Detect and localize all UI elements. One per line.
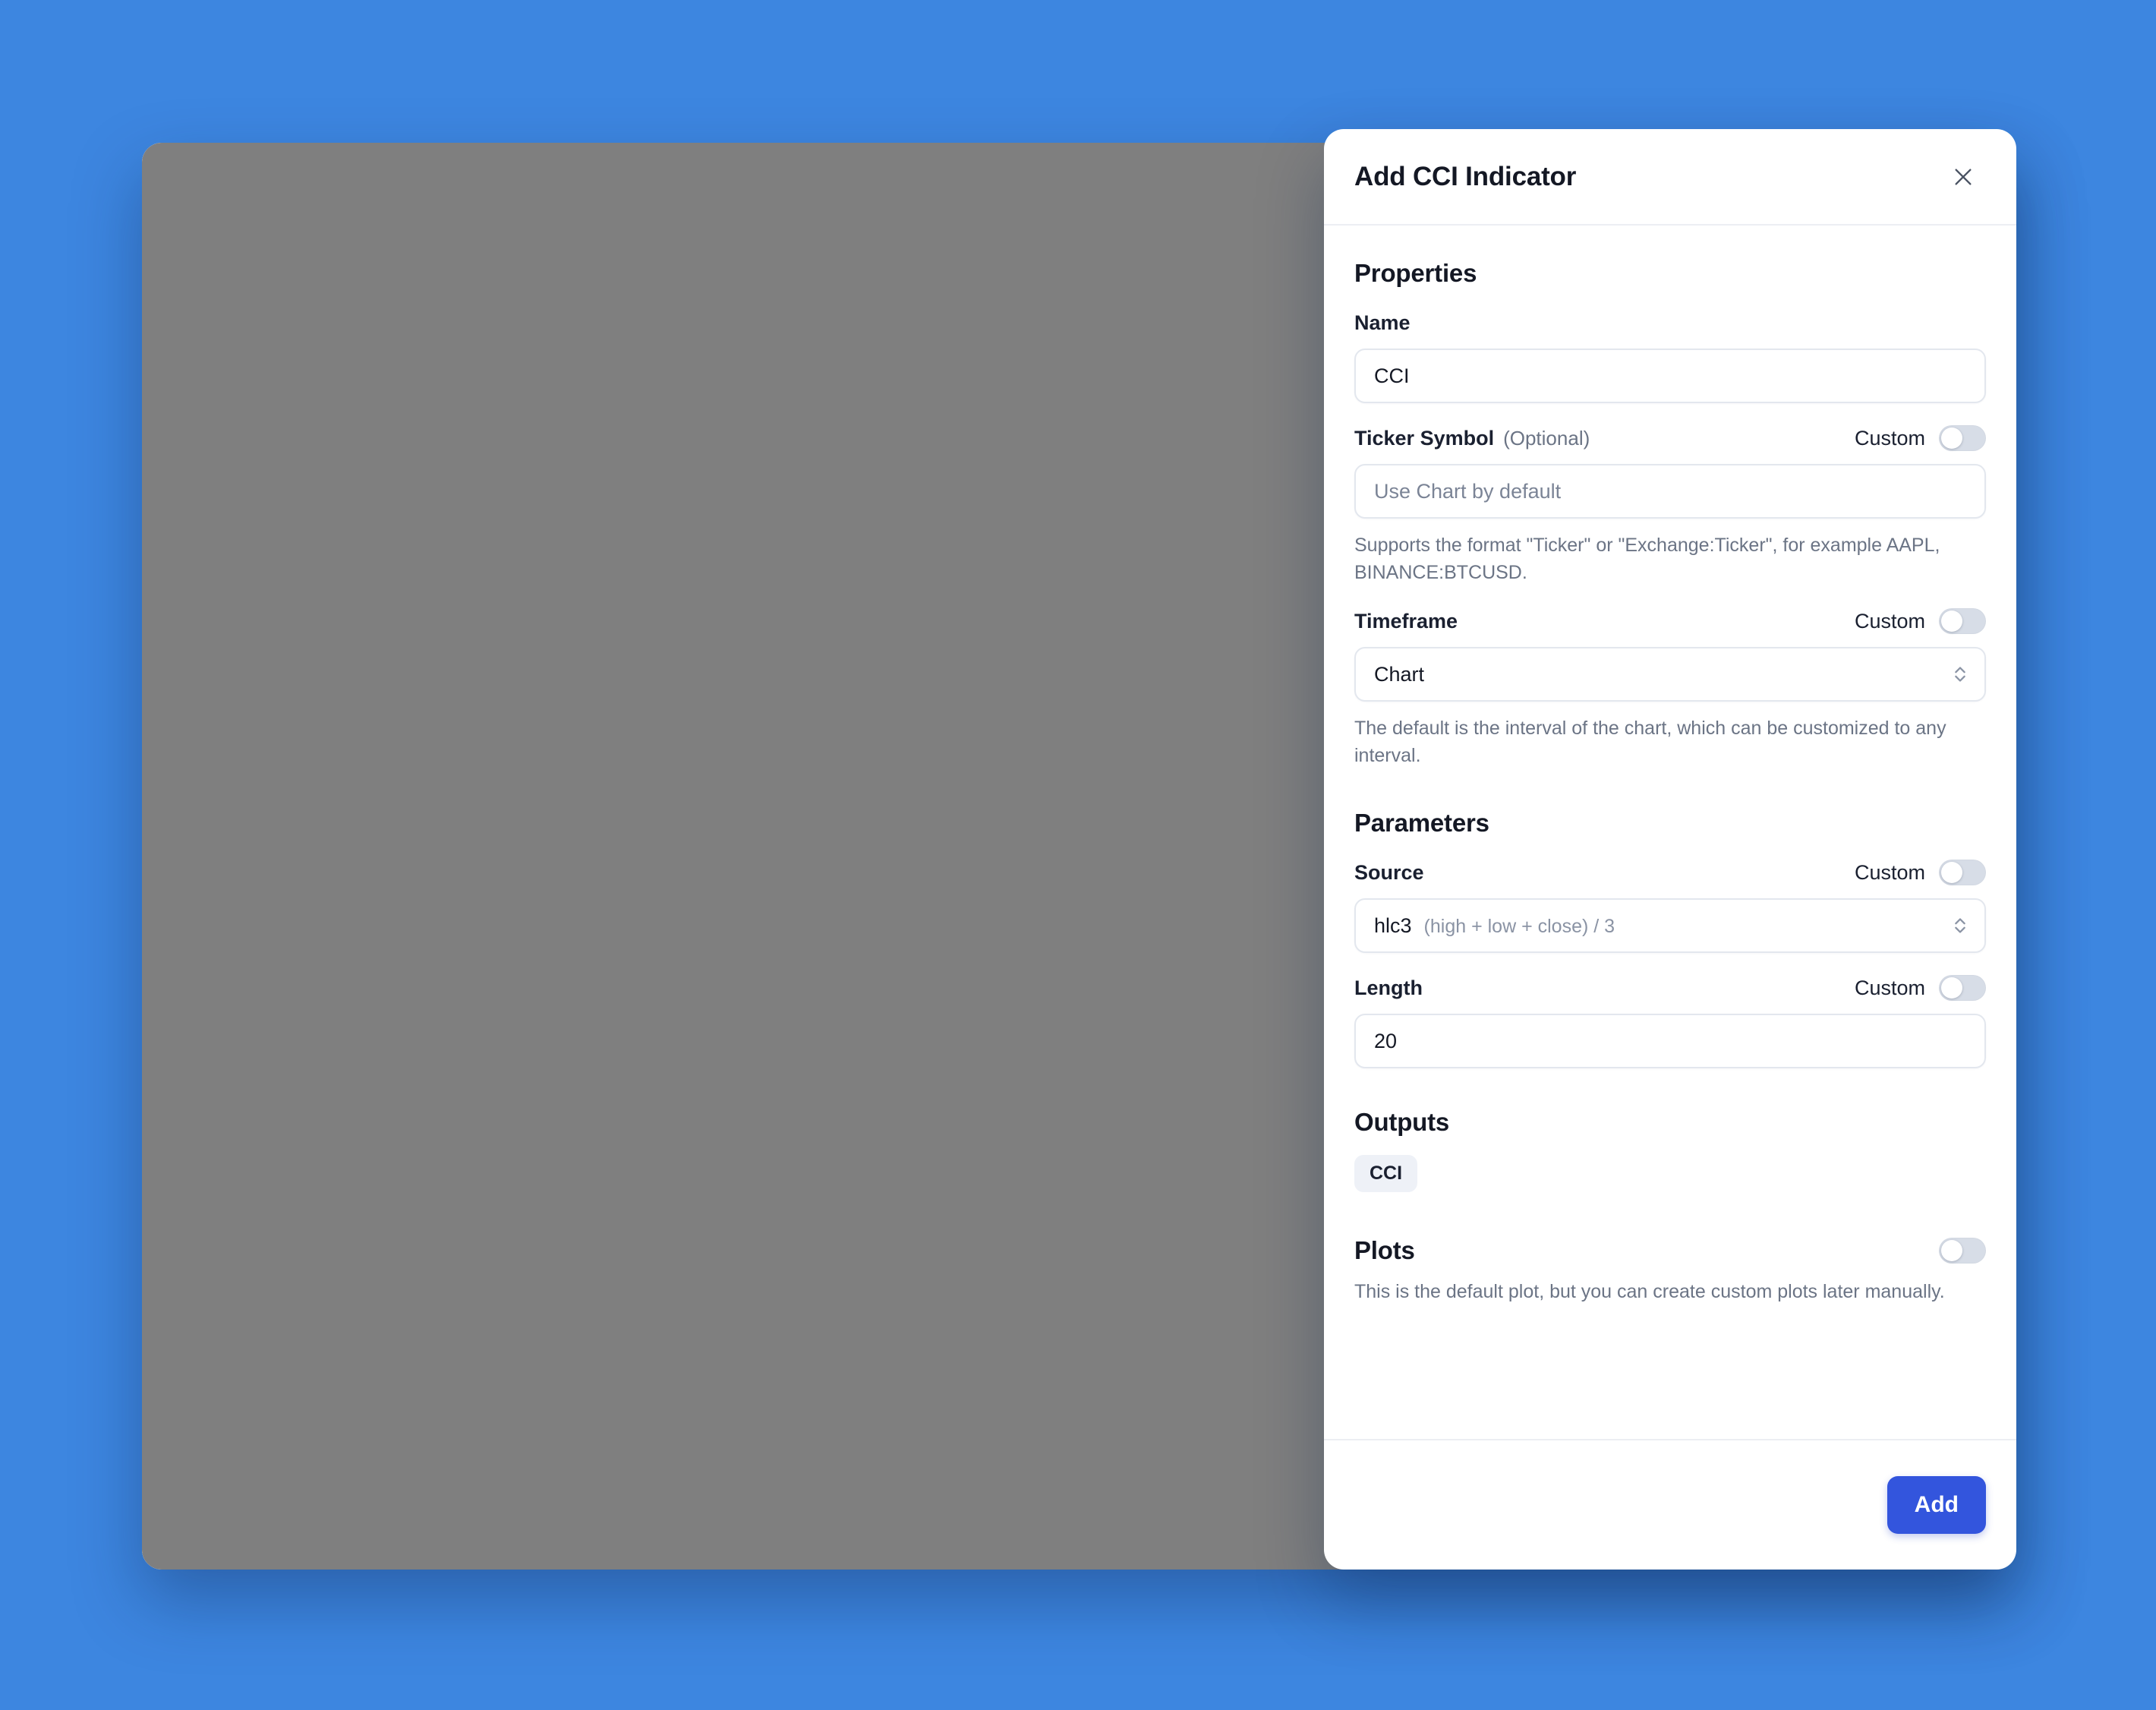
chevron-updown-icon bbox=[1951, 661, 1969, 687]
ticker-symbol-label: Ticker Symbol (Optional) bbox=[1354, 427, 1590, 450]
timeframe-custom-label: Custom bbox=[1854, 609, 1925, 633]
tab-code-label: Code bbox=[834, 169, 887, 193]
ticker-custom-control: Custom bbox=[1855, 425, 1986, 451]
source-select[interactable]: hlc3 (high + low + close) / 3 bbox=[1354, 898, 1986, 953]
length-input[interactable]: 20 bbox=[1354, 1014, 1986, 1068]
length-custom-control: Custom bbox=[1855, 975, 1986, 1001]
tab-properties[interactable]: Properties bbox=[666, 166, 812, 221]
source-select-value: hlc3 bbox=[1374, 913, 1412, 937]
ticker-custom-toggle[interactable] bbox=[1939, 425, 1986, 451]
ticker-symbol-optional-note: (Optional) bbox=[1503, 426, 1590, 450]
field-timeframe: Timeframe Custom Chart The default is th bbox=[1354, 606, 1986, 769]
name-label: Name bbox=[1354, 311, 1411, 334]
name-input[interactable]: CCI bbox=[1354, 349, 1986, 403]
modal-header: Add CCI Indicator bbox=[1324, 129, 2016, 226]
ticker-custom-label: Custom bbox=[1854, 426, 1925, 450]
field-source: Source Custom hlc3 (high + low + close) … bbox=[1354, 857, 1986, 953]
plots-helper: This is the default plot, but you can cr… bbox=[1354, 1281, 1945, 1302]
source-custom-label: Custom bbox=[1854, 860, 1925, 884]
tab-properties-label: Properties bbox=[688, 169, 790, 193]
tab-builder[interactable]: Builder bbox=[544, 166, 666, 221]
modal-footer: Add bbox=[1324, 1439, 2016, 1570]
source-custom-toggle[interactable] bbox=[1939, 860, 1986, 885]
plus-circle-icon bbox=[953, 523, 979, 549]
length-custom-toggle[interactable] bbox=[1939, 975, 1986, 1001]
source-custom-control: Custom bbox=[1855, 860, 1986, 885]
chevron-updown-icon bbox=[1951, 913, 1969, 939]
timeframe-helper: The default is the interval of the chart… bbox=[1354, 718, 1946, 766]
plots-heading: Plots bbox=[1354, 1236, 1415, 1264]
output-chip: CCI bbox=[1354, 1155, 1418, 1192]
timeframe-select-value: Chart bbox=[1374, 662, 1425, 686]
field-ticker-symbol: Ticker Symbol (Optional) Custom Use Char… bbox=[1354, 423, 1986, 586]
source-select-hint: (high + low + close) / 3 bbox=[1423, 915, 1615, 937]
ticker-symbol-helper: Supports the format "Ticker" or "Exchang… bbox=[1354, 535, 1940, 583]
length-custom-label: Custom bbox=[1854, 976, 1925, 999]
ticker-symbol-label-text: Ticker Symbol bbox=[1354, 426, 1495, 450]
timeframe-custom-toggle[interactable] bbox=[1939, 608, 1986, 634]
search-add-indicator-button[interactable]: Search & Add Indicator bbox=[925, 507, 1232, 565]
field-name: Name CCI bbox=[1354, 308, 1986, 403]
search-add-indicator-label: Search & Add Indicator bbox=[994, 524, 1205, 547]
add-indicator-modal: Add CCI Indicator Properties Name CCI Ti… bbox=[1324, 129, 2016, 1570]
timeframe-custom-control: Custom bbox=[1855, 608, 1986, 634]
modal-title: Add CCI Indicator bbox=[1354, 161, 1577, 191]
timeframe-select[interactable]: Chart bbox=[1354, 647, 1986, 702]
modal-body: Properties Name CCI Ticker Symbol (Optio… bbox=[1324, 226, 2016, 1439]
add-button[interactable]: Add bbox=[1886, 1476, 1986, 1534]
tab-code[interactable]: Code bbox=[812, 166, 909, 221]
timeframe-label: Timeframe bbox=[1354, 609, 1458, 633]
parameters-heading: Parameters bbox=[1354, 809, 1489, 837]
outputs-list: CCI bbox=[1354, 1155, 1986, 1192]
plots-header: Plots bbox=[1354, 1236, 1986, 1265]
length-label: Length bbox=[1354, 976, 1423, 999]
ticker-symbol-input[interactable]: Use Chart by default bbox=[1354, 464, 1986, 519]
close-icon[interactable] bbox=[1945, 159, 1981, 195]
field-length: Length Custom 20 bbox=[1354, 973, 1986, 1068]
source-label: Source bbox=[1354, 860, 1424, 884]
outputs-heading: Outputs bbox=[1354, 1108, 1450, 1136]
plots-toggle[interactable] bbox=[1939, 1238, 1986, 1264]
properties-heading: Properties bbox=[1354, 259, 1477, 287]
tab-builder-label: Builder bbox=[567, 169, 643, 193]
